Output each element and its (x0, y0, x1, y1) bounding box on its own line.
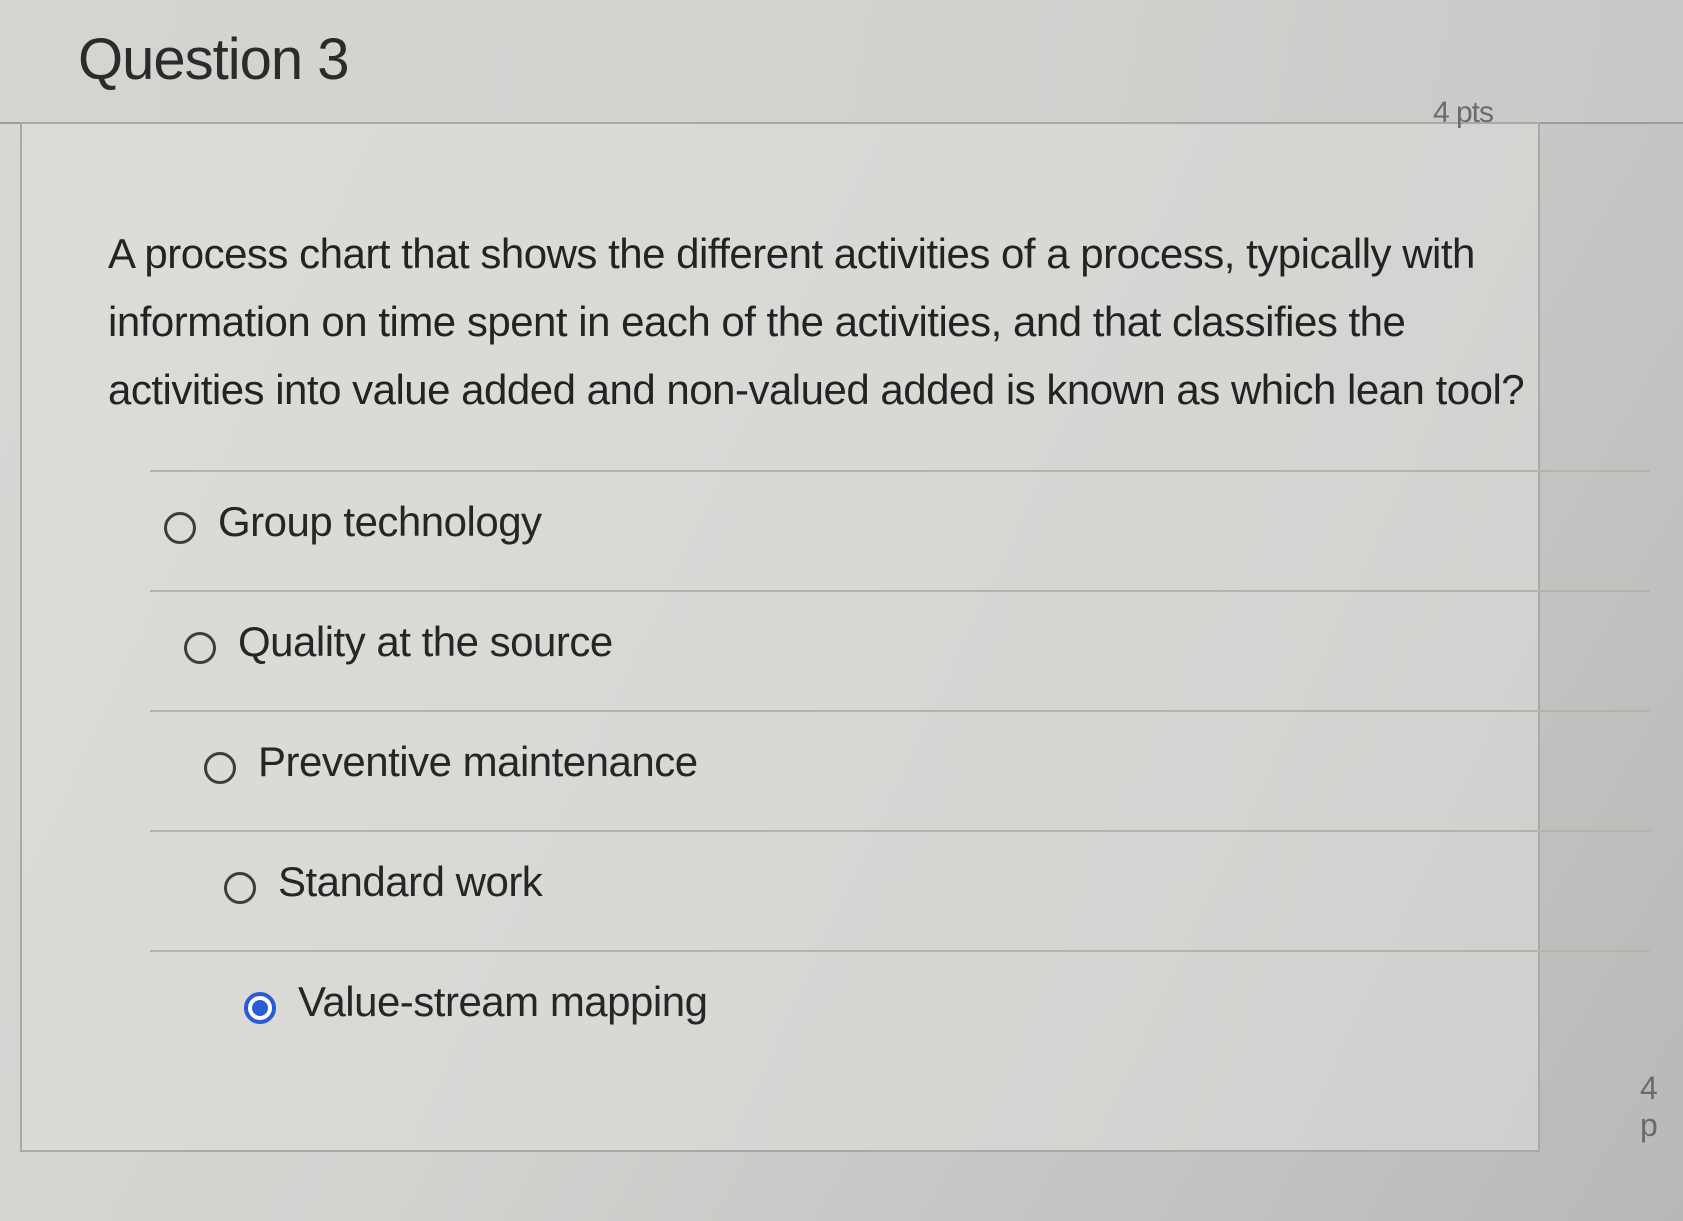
radio-button-icon[interactable] (184, 632, 216, 664)
question-text: A process chart that shows the different… (108, 230, 1525, 413)
radio-button-selected-icon[interactable] (244, 992, 276, 1024)
points-label: 4 pts (1432, 96, 1494, 129)
answer-label[interactable]: Quality at the source (238, 618, 613, 666)
answer-label[interactable]: Standard work (278, 858, 543, 906)
answer-option[interactable]: Quality at the source (150, 590, 1650, 710)
answer-option[interactable]: Standard work (150, 830, 1650, 950)
screen: Question 3 4 pts A process chart that sh… (0, 0, 1683, 1221)
answer-option-selected[interactable]: Value-stream mapping (150, 950, 1650, 1070)
answer-option[interactable]: Preventive maintenance (150, 710, 1650, 830)
radio-button-icon[interactable] (224, 872, 256, 904)
answer-option[interactable]: Group technology (150, 470, 1650, 590)
question-title: Question 3 (78, 27, 350, 92)
radio-button-icon[interactable] (164, 512, 196, 544)
answer-label[interactable]: Group technology (218, 498, 542, 546)
answer-label[interactable]: Preventive maintenance (258, 738, 698, 786)
next-question-points: 4 p (1640, 1070, 1658, 1143)
answer-list: Group technology Quality at the source P… (150, 470, 1650, 1070)
answer-label[interactable]: Value-stream mapping (298, 978, 708, 1026)
question-header: Question 3 (0, 0, 1683, 124)
radio-button-icon[interactable] (204, 752, 236, 784)
